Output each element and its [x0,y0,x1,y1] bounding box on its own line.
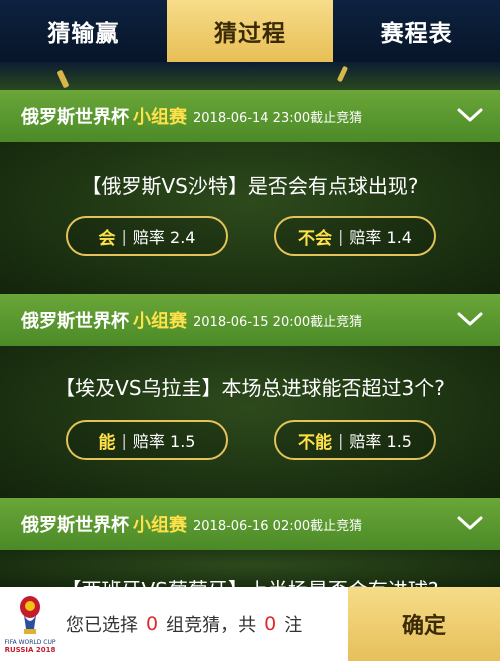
deadline-text: 2018-06-15 20:00截止竞猜 [193,314,363,330]
option-pick: 不能 [298,432,333,453]
tab-guess-winner[interactable]: 猜输赢 [0,0,167,62]
match-card-body: 【埃及VS乌拉圭】本场总进球能否超过3个? 能 | 赔率 1.5 不能 | 赔率… [0,346,500,498]
bottom-bar: FIFA WORLD CUP RUSSIA 2018 您已选择 0 组竞猜，共 … [0,587,500,661]
chevron-down-icon[interactable] [456,308,484,330]
tab-schedule[interactable]: 赛程表 [333,0,500,62]
question-text: 【俄罗斯VS沙特】是否会有点球出现? [81,174,419,198]
option-odds: 赔率 1.5 [349,432,412,451]
deadline-text: 2018-06-14 23:00截止竞猜 [193,110,363,126]
summary-prefix: 您已选择 [66,615,138,636]
selection-summary: 您已选择 0 组竞猜，共 0 注 [60,587,348,661]
option-button-yes[interactable]: 能 | 赔率 1.5 [66,420,228,460]
divider: | [121,226,127,246]
option-pick: 能 [98,432,116,453]
option-odds: 赔率 2.4 [132,228,196,247]
option-pick: 不会 [298,228,333,249]
league-name: 俄罗斯世界杯 [21,515,129,536]
stage-name: 小组赛 [133,311,187,332]
option-button-yes[interactable]: 会 | 赔率 2.4 [66,216,228,256]
divider: | [338,226,344,246]
match-card-body: 【西班牙VS葡萄牙】上半场是否会有进球? [0,550,500,587]
option-odds: 赔率 1.4 [349,228,412,247]
world-cup-trophy-icon [20,595,40,634]
confirm-button[interactable]: 确定 [348,587,500,661]
divider: | [338,430,344,450]
stadium-background [0,62,500,92]
top-tab-bar: 猜输赢 猜过程 赛程表 [0,0,500,62]
fifa-text: FIFA WORLD CUP [4,638,56,646]
deadline-text: 2018-06-16 02:00截止竞猜 [193,518,363,534]
summary-suffix: 注 [284,615,303,636]
match-header[interactable]: 俄罗斯世界杯 小组赛 2018-06-16 02:00截止竞猜 [0,498,500,550]
stage-name: 小组赛 [133,107,187,128]
tab-guess-process[interactable]: 猜过程 [166,0,334,62]
chevron-down-icon[interactable] [456,104,484,126]
match-header[interactable]: 俄罗斯世界杯 小组赛 2018-06-15 20:00截止竞猜 [0,294,500,346]
league-name: 俄罗斯世界杯 [21,311,129,332]
option-odds: 赔率 1.5 [132,432,196,451]
world-cup-logo: FIFA WORLD CUP RUSSIA 2018 [0,587,60,661]
option-pick: 会 [98,228,116,249]
summary-mid: 组竞猜，共 [166,615,257,636]
stage-name: 小组赛 [133,515,187,536]
chevron-down-icon[interactable] [456,512,484,534]
match-card-body: 【俄罗斯VS沙特】是否会有点球出现? 会 | 赔率 2.4 不会 | 赔率 1.… [0,142,500,294]
total-bets-count: 0 [264,613,277,635]
option-button-no[interactable]: 不会 | 赔率 1.4 [274,216,436,256]
question-text: 【西班牙VS葡萄牙】上半场是否会有进球? [0,574,500,587]
divider: | [121,430,127,450]
option-button-no[interactable]: 不能 | 赔率 1.5 [274,420,436,460]
selected-groups-count: 0 [146,613,159,635]
match-header[interactable]: 俄罗斯世界杯 小组赛 2018-06-14 23:00截止竞猜 [0,90,500,142]
russia-2018-text: RUSSIA 2018 [4,645,56,654]
league-name: 俄罗斯世界杯 [21,107,129,128]
question-text: 【埃及VS乌拉圭】本场总进球能否超过3个? [55,376,445,400]
